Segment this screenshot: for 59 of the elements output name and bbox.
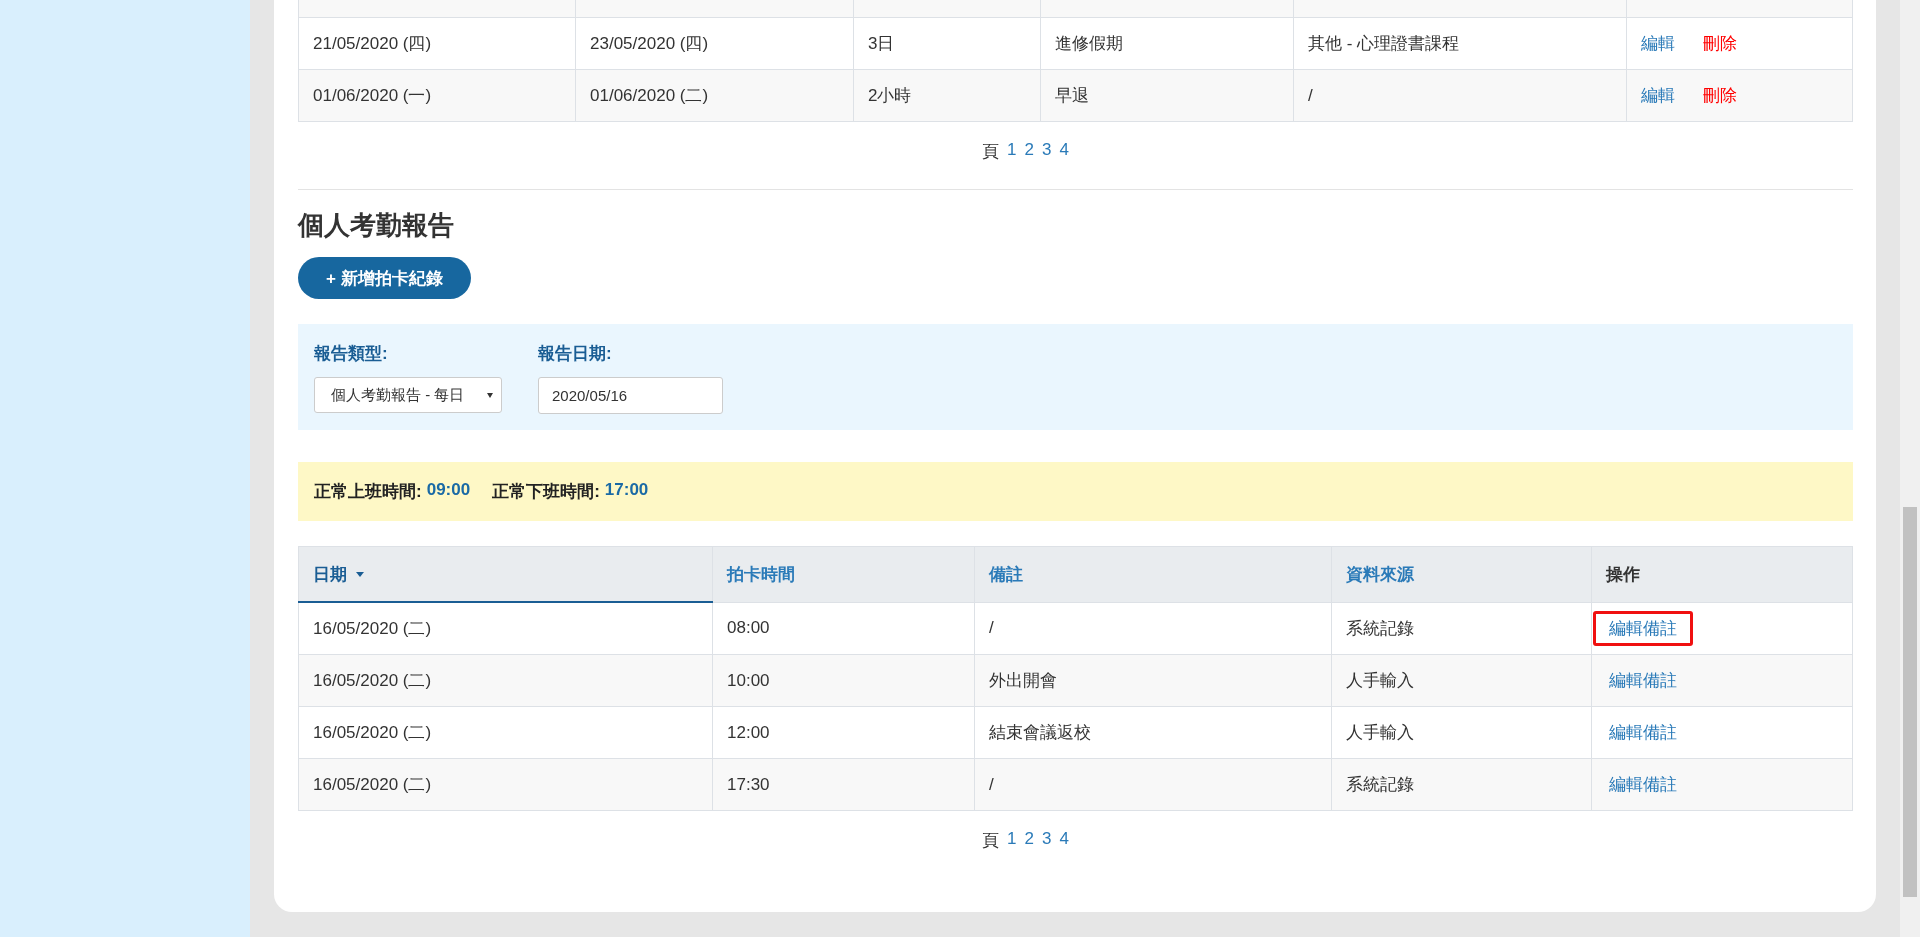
column-header: 操作 (1606, 564, 1640, 584)
page-label: 頁 (982, 830, 1000, 852)
table-cell: / (989, 618, 994, 638)
table-cell: 16/05/2020 (二) (313, 723, 432, 742)
notice-label: 正常下班時間: (492, 481, 600, 503)
table-cell: 早退 (1055, 86, 1089, 105)
field-label: 報告日期: (538, 343, 612, 365)
date-field[interactable]: 2020/05/16 (538, 377, 723, 414)
column-sort-link[interactable]: 日期 (313, 564, 347, 584)
table-cell: 人手輸入 (1346, 723, 1414, 742)
page-link[interactable]: 4 (1059, 140, 1069, 163)
report-type-dropdown[interactable]: 個人考勤報告 - 每日 (314, 377, 502, 413)
table-cell: 10:00 (727, 670, 770, 690)
field-label: 報告類型: (314, 343, 388, 365)
edit-note-link[interactable]: 編輯備註 (1593, 610, 1693, 646)
table-cell: 12:00 (727, 722, 770, 742)
table-cell: 結束會議返校 (989, 723, 1091, 742)
table-cell: 2小時 (868, 86, 912, 105)
edit-link[interactable]: 編輯 (1641, 84, 1675, 107)
notice-label: 正常上班時間: (314, 481, 422, 503)
table-cell: 3日 (868, 34, 895, 53)
table-cell: / (1308, 85, 1313, 105)
table-cell: 16/05/2020 (二) (313, 775, 432, 794)
page-link[interactable]: 3 (1042, 140, 1052, 163)
notice-value: 09:00 (426, 480, 471, 501)
page-link[interactable]: 1 (1007, 140, 1017, 163)
edit-link[interactable]: 編輯 (1641, 32, 1675, 55)
notice-value: 17:00 (604, 480, 649, 501)
table-cell: 08:00 (727, 618, 770, 638)
table-cell: 21/05/2020 (四) (313, 34, 432, 53)
table-cell: 01/06/2020 (一) (313, 86, 432, 105)
table-cell: 17:30 (727, 774, 770, 794)
page-link[interactable]: 2 (1024, 140, 1034, 163)
scrollbar[interactable] (1900, 0, 1920, 937)
table-cell: 外出開會 (989, 671, 1057, 690)
table-cell: 進修假期 (1055, 34, 1123, 53)
table-cell: 人手輸入 (1346, 671, 1414, 690)
add-record-button[interactable]: + 新增拍卡紀錄 (298, 257, 471, 299)
dropdown-arrow-icon (487, 392, 493, 398)
delete-link[interactable]: 刪除 (1703, 84, 1737, 107)
page-link[interactable]: 2 (1024, 829, 1034, 852)
table-cell: 系統記錄 (1346, 775, 1414, 794)
table-cell: 16/05/2020 (二) (313, 619, 432, 638)
page-link[interactable]: 3 (1042, 829, 1052, 852)
table-cell: 16/05/2020 (二) (313, 671, 432, 690)
page-link[interactable]: 4 (1059, 829, 1069, 852)
table-cell: 其他 - 心理證書課程 (1308, 34, 1460, 53)
page-label: 頁 (982, 141, 1000, 163)
table-cell: / (989, 774, 994, 794)
delete-link[interactable]: 刪除 (1703, 32, 1737, 55)
table-cell: 系統記錄 (1346, 618, 1414, 638)
column-sort-link[interactable]: 資料來源 (1346, 564, 1414, 584)
table-cell: 01/06/2020 (二) (590, 86, 709, 105)
section-title: 個人考勤報告 (298, 209, 454, 242)
column-sort-link[interactable]: 拍卡時間 (727, 564, 795, 584)
page-link[interactable]: 1 (1007, 829, 1017, 852)
table-cell: 23/05/2020 (四) (590, 34, 709, 53)
column-sort-link[interactable]: 備註 (989, 564, 1023, 584)
caret-icon (355, 572, 365, 578)
